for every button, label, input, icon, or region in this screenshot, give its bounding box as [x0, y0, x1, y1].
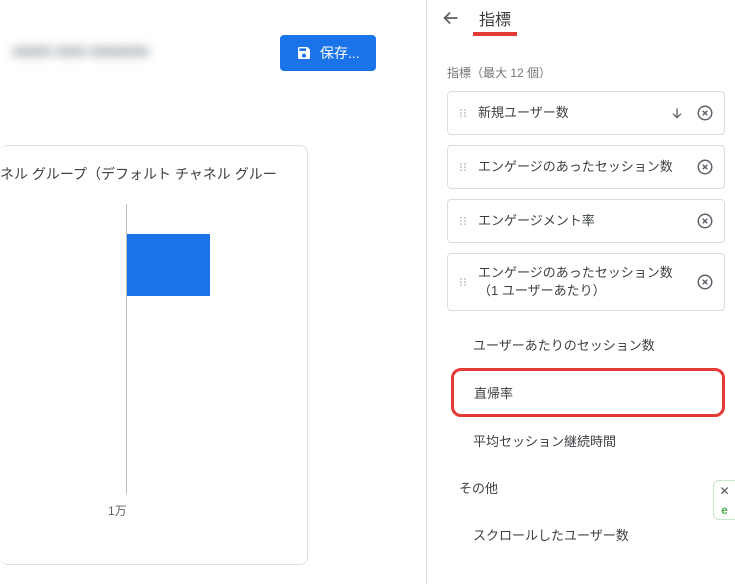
- close-icon[interactable]: ✕: [719, 484, 729, 498]
- sort-descending-icon[interactable]: [668, 104, 686, 122]
- chart-card-title: ネル グループ（デフォルト チャネル グルー: [0, 164, 307, 204]
- selected-metrics-list: 新規ユーザー数エンゲージのあったセッション数エンゲージメント率エンゲージのあった…: [427, 91, 735, 311]
- page-title-blurred: ■■■■ ■■■ ■■■■■■: [12, 41, 262, 65]
- chart-card: ネル グループ（デフォルト チャネル グルー 1万: [0, 145, 308, 565]
- metric-chip[interactable]: エンゲージのあったセッション数（1 ユーザーあたり）: [447, 253, 725, 311]
- drag-handle-icon[interactable]: [456, 276, 470, 288]
- drag-handle-icon[interactable]: [456, 215, 470, 227]
- main-content: ■■■■ ■■■ ■■■■■■ 保存... ネル グループ（デフォルト チャネル…: [0, 0, 426, 584]
- remove-metric-icon[interactable]: [694, 102, 716, 124]
- metric-suggestion-item[interactable]: ユーザーあたりのセッション数: [451, 321, 725, 368]
- remove-metric-icon[interactable]: [694, 271, 716, 293]
- panel-title-underline: [473, 32, 517, 36]
- remove-metric-icon[interactable]: [694, 156, 716, 178]
- header-row: ■■■■ ■■■ ■■■■■■ 保存...: [0, 0, 426, 101]
- panel-title: 指標: [479, 12, 511, 33]
- metric-category-label: その他: [451, 464, 725, 511]
- metric-suggestion-item[interactable]: 直帰率: [451, 368, 725, 417]
- metric-chip-label: エンゲージメント率: [478, 212, 686, 230]
- chart-bar: [127, 234, 210, 296]
- metric-chip-label: エンゲージのあったセッション数（1 ユーザーあたり）: [478, 264, 686, 300]
- remove-metric-icon[interactable]: [694, 210, 716, 232]
- save-button[interactable]: 保存...: [280, 35, 376, 71]
- chart-area: 1万: [0, 204, 307, 534]
- chart-axis-tick-label: 1万: [108, 502, 127, 519]
- drag-handle-icon[interactable]: [456, 107, 470, 119]
- metric-chip-label: 新規ユーザー数: [478, 104, 660, 122]
- floating-widget[interactable]: ✕ e: [713, 480, 735, 520]
- panel-header: 指標: [427, 0, 735, 30]
- metric-chip[interactable]: エンゲージメント率: [447, 199, 725, 243]
- widget-letter-icon: e: [721, 503, 728, 517]
- metrics-panel: 指標 指標（最大 12 個） 新規ユーザー数エンゲージのあったセッション数エンゲ…: [426, 0, 735, 584]
- metric-chip-label: エンゲージのあったセッション数: [478, 158, 686, 176]
- save-button-label: 保存...: [320, 43, 360, 63]
- back-arrow-icon[interactable]: [439, 6, 463, 30]
- metric-suggestion-item[interactable]: 平均セッション継続時間: [451, 417, 725, 464]
- panel-subtitle: 指標（最大 12 個）: [427, 30, 735, 91]
- metric-chip[interactable]: エンゲージのあったセッション数: [447, 145, 725, 189]
- metric-suggestions-list: ユーザーあたりのセッション数直帰率平均セッション継続時間その他スクロールしたユー…: [427, 311, 735, 558]
- metric-suggestion-item[interactable]: スクロールしたユーザー数: [451, 511, 725, 558]
- drag-handle-icon[interactable]: [456, 161, 470, 173]
- save-icon: [296, 45, 312, 61]
- panel-title-wrap: 指標: [479, 6, 511, 30]
- metric-chip[interactable]: 新規ユーザー数: [447, 91, 725, 135]
